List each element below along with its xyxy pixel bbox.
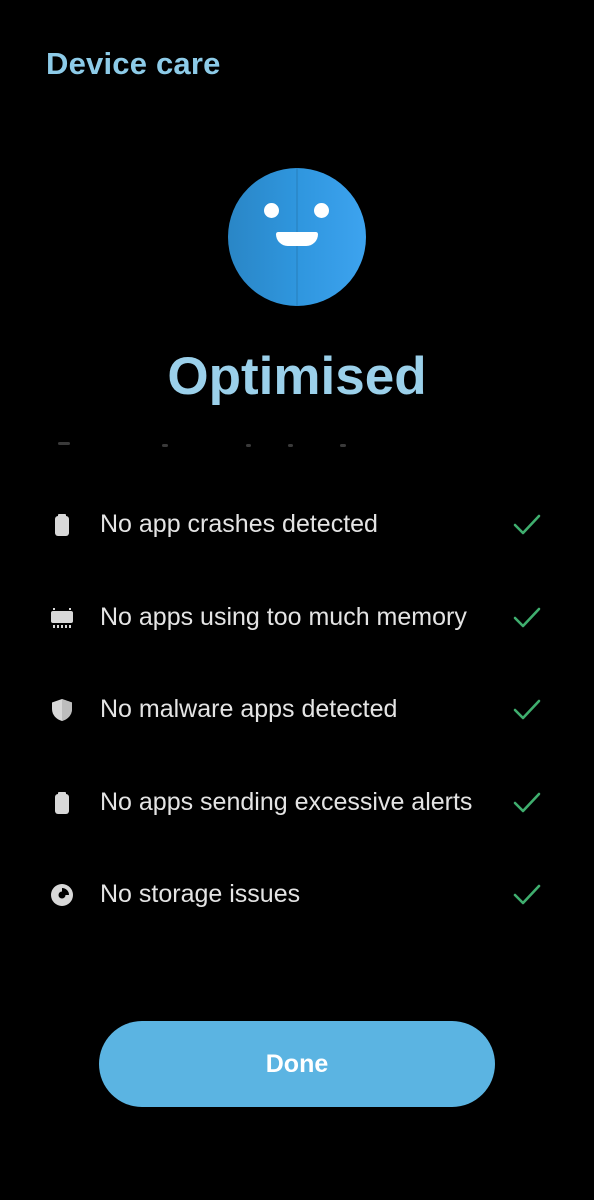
result-label: No app crashes detected [100,510,378,538]
result-label: No apps using too much memory [100,603,467,631]
result-memory: No apps using too much memory [0,593,594,643]
check-icon [513,792,541,813]
result-malware: No malware apps detected [0,685,594,735]
result-app-crashes: No app crashes detected [0,500,594,550]
status-label: Optimised [167,347,427,406]
result-label: No storage issues [100,880,301,908]
result-alerts: No apps sending excessive alerts [0,778,594,828]
face-left-eye [264,203,279,218]
battery-icon [55,514,69,536]
smiley-face-icon [228,168,366,306]
page-title: Device care [46,46,221,81]
scrolled-row-partial [50,432,544,454]
result-label: No apps sending excessive alerts [100,788,473,816]
check-icon [513,884,541,905]
result-label: No malware apps detected [100,695,398,723]
result-storage: No storage issues [0,870,594,920]
check-icon [513,699,541,720]
battery-icon [55,792,69,814]
face-mouth [276,232,318,246]
done-button[interactable]: Done [99,1021,495,1107]
memory-chip-icon [51,608,73,628]
shield-icon [52,699,72,721]
face-right-eye [314,203,329,218]
check-icon [513,607,541,628]
check-icon [513,514,541,535]
storage-pie-icon [51,884,73,906]
